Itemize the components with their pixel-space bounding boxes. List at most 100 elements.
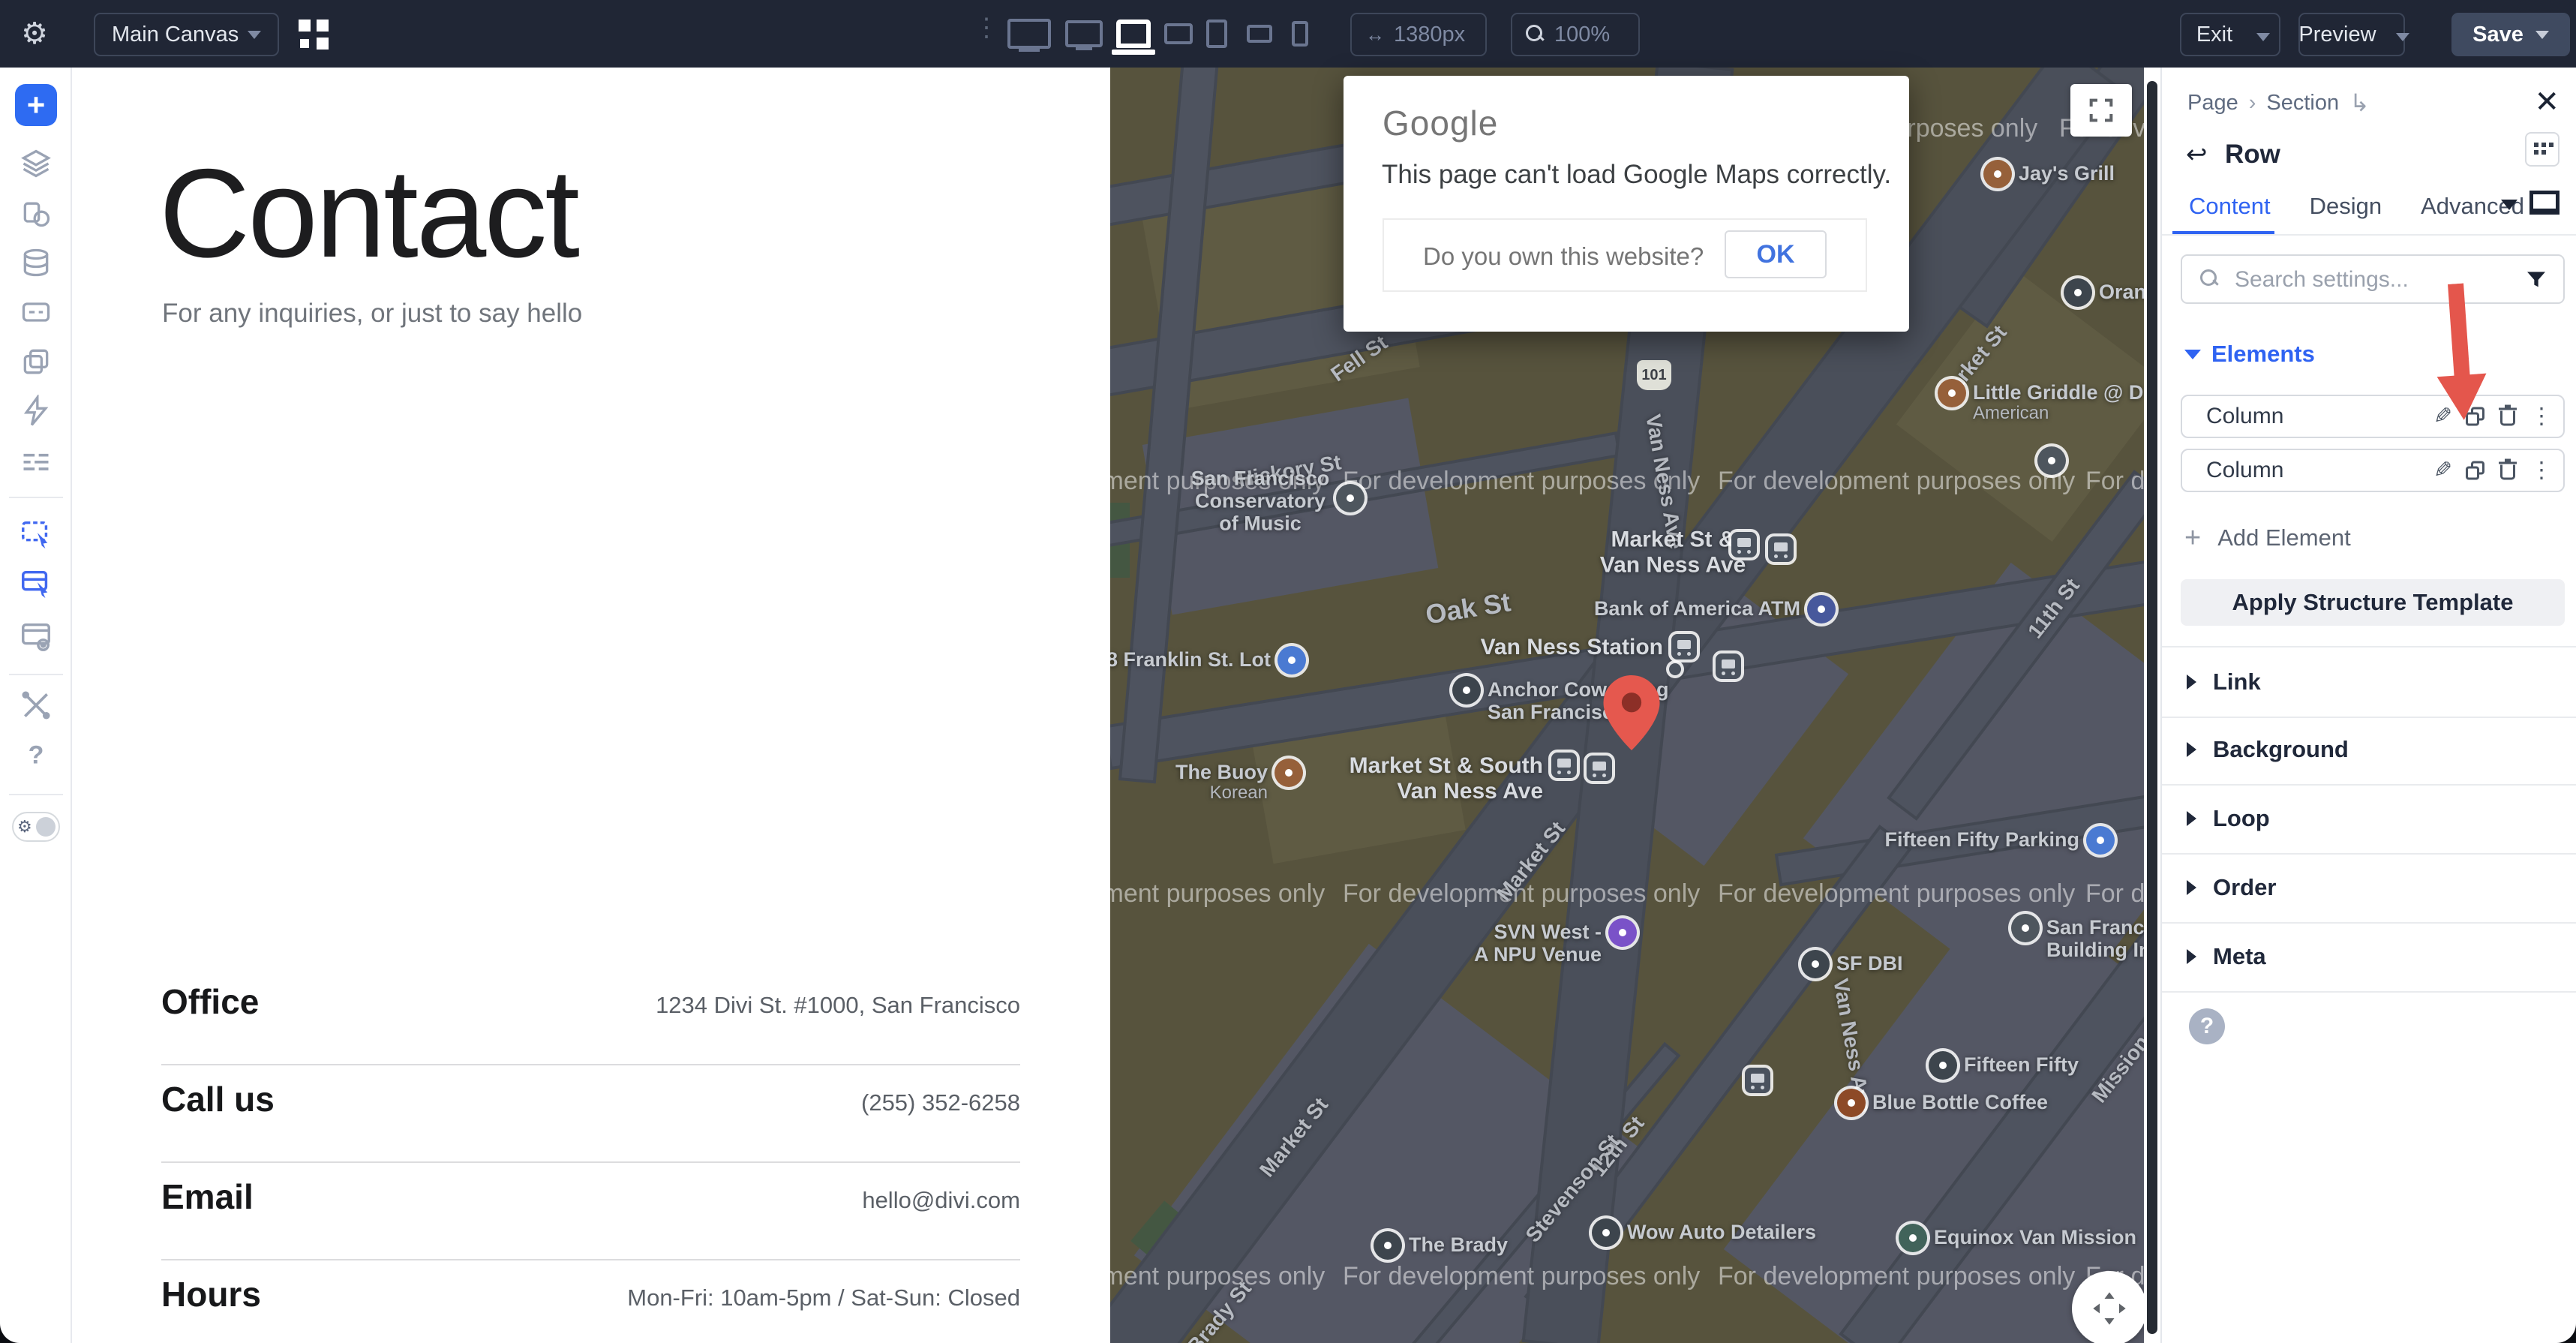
contact-row-value: 1234 Divi St. #1000, San Francisco [656, 992, 1020, 1019]
dialog-ok-button[interactable]: OK [1725, 230, 1827, 278]
canvas-width-control[interactable]: ↔ 1380px [1350, 13, 1487, 56]
map-watermark: For development purposes only [1110, 879, 1325, 909]
pin-poi-icon [1929, 1051, 1957, 1080]
device-phone-icon[interactable] [1292, 21, 1308, 47]
coffee-poi-icon [1837, 1089, 1866, 1117]
device-phone-landscape-icon[interactable] [1247, 25, 1272, 43]
element-row-column[interactable]: Column✎⋮ [2181, 395, 2565, 438]
breadcrumb: Page › Section ↳ [2187, 89, 2370, 117]
help-icon[interactable]: ? [29, 741, 44, 771]
section-row-loop[interactable]: Loop [2162, 784, 2576, 855]
map-poi-label: The Brady [1409, 1233, 1508, 1256]
select-row-icon[interactable] [19, 566, 53, 601]
lightning-icon[interactable] [20, 395, 53, 428]
toggle-knob [36, 817, 56, 837]
database-icon[interactable] [20, 246, 53, 279]
preview-dropdown-chevron-icon[interactable] [2388, 23, 2417, 47]
device-tablet-icon[interactable] [1206, 20, 1227, 48]
builder-settings-gear-icon[interactable]: ⚙ [21, 17, 48, 51]
device-tablet-landscape-icon[interactable] [1164, 23, 1193, 44]
elements-header: Elements [2211, 341, 2315, 368]
select-module-icon[interactable] [19, 517, 53, 551]
tab-design[interactable]: Design [2310, 193, 2382, 220]
google-logo: Google [1383, 103, 1498, 143]
parking-poi-icon [1277, 646, 1306, 675]
module-options-button[interactable] [2525, 132, 2559, 167]
section-label: Link [2213, 668, 2261, 696]
search-icon [2200, 269, 2220, 289]
school-poi-icon [1336, 484, 1365, 512]
zoom-magnifier-icon [1526, 25, 1545, 44]
delete-trash-icon[interactable] [2499, 406, 2517, 427]
elements-collapse-icon[interactable] [2184, 350, 2201, 359]
contact-row-label: Office [161, 981, 259, 1022]
section-row-link[interactable]: Link [2162, 646, 2576, 718]
device-laptop-icon-active[interactable] [1116, 20, 1151, 48]
duplicate-icon[interactable] [2466, 461, 2485, 480]
more-options-kebab-icon[interactable]: ⋮ [2530, 464, 2553, 477]
apply-structure-template-button[interactable]: Apply Structure Template [2181, 579, 2565, 626]
map-watermark: For development purposes only [1343, 1262, 1700, 1291]
grid-view-button[interactable] [299, 20, 332, 53]
section-label: Loop [2213, 805, 2270, 832]
more-options-kebab-icon[interactable]: ⋮ [2530, 410, 2553, 423]
annotation-arrow [2428, 282, 2493, 436]
street-label: Fell St [1326, 331, 1392, 386]
map-watermark: For development purposes only [1718, 467, 2075, 496]
canvas-scrollbar[interactable] [2147, 81, 2157, 1334]
responsive-desktop-icon[interactable] [2529, 191, 2559, 215]
panel-help-icon[interactable]: ? [2189, 1008, 2225, 1044]
contact-row: Office 1234 Divi St. #1000, San Francisco [161, 968, 1020, 1065]
save-dropdown-chevron-icon[interactable] [2535, 31, 2549, 39]
tabs-dropdown-chevron-icon[interactable] [2501, 200, 2517, 210]
exit-dropdown-chevron-icon[interactable] [2247, 23, 2279, 47]
transit-station-icon [1716, 653, 1741, 679]
school-poi-icon [2011, 914, 2040, 942]
section-row-background[interactable]: Background [2162, 715, 2576, 786]
divi-builder-app: ⚙ Main Canvas ⋮ ↔ 1380px 100% [0, 0, 2576, 1343]
back-arrow-icon[interactable]: ↩ [2186, 140, 2208, 170]
map-poi-label: Little Griddle @ DAmerican [1973, 381, 2143, 424]
map-fullscreen-button[interactable] [2070, 84, 2132, 137]
exit-button[interactable]: Exit [2180, 13, 2280, 56]
section-row-meta[interactable]: Meta [2162, 922, 2576, 993]
restaurant-poi-icon [1274, 759, 1303, 787]
section-expand-icon [2187, 880, 2196, 895]
builder-mode-toggle[interactable]: ⚙ [12, 812, 60, 842]
save-button[interactable]: Save [2451, 13, 2570, 56]
close-panel-icon[interactable]: ✕ [2534, 87, 2559, 117]
edit-pencil-icon[interactable]: ✎ [2433, 458, 2452, 484]
device-desktop-small-icon[interactable] [1065, 20, 1103, 47]
settings-tabs: Content Design Advanced [2189, 193, 2524, 220]
teal-poi-icon [1899, 1224, 1927, 1252]
layers-icon[interactable] [20, 147, 53, 180]
section-expand-icon [2187, 949, 2196, 964]
browser-settings-icon[interactable] [19, 619, 53, 653]
add-module-button[interactable]: + [15, 84, 57, 126]
copy-pages-icon[interactable] [20, 345, 53, 378]
device-desktop-icon[interactable] [1007, 19, 1051, 49]
toggle-gear-icon: ⚙ [17, 817, 32, 837]
plus-icon: + [2184, 524, 2201, 552]
canvas-zoom-control[interactable]: 100% [1511, 13, 1640, 56]
map-poi-label: Van Ness Station [1481, 635, 1663, 660]
section-row-order[interactable]: Order [2162, 853, 2576, 924]
breadcrumb-section[interactable]: Section [2266, 91, 2339, 116]
add-element-button[interactable]: + Add Element [2184, 524, 2351, 552]
shapes-icon[interactable] [20, 197, 53, 230]
canvas-selector-dropdown[interactable]: Main Canvas [94, 13, 279, 56]
card-icon[interactable] [20, 296, 53, 329]
tools-icon[interactable] [20, 689, 53, 722]
delete-trash-icon[interactable] [2499, 460, 2517, 481]
breadcrumb-page[interactable]: Page [2187, 91, 2238, 116]
text-lines-icon[interactable] [20, 444, 53, 477]
element-row-column[interactable]: Column✎⋮ [2181, 449, 2565, 492]
tab-content[interactable]: Content [2189, 193, 2271, 220]
preview-button[interactable]: Preview [2298, 13, 2405, 56]
transit-station-icon [1768, 536, 1794, 562]
section-label: Order [2213, 874, 2276, 901]
filter-funnel-icon[interactable] [2524, 268, 2548, 292]
toolbar-more-options-icon[interactable]: ⋮ [974, 21, 999, 35]
map-pan-button[interactable] [2072, 1271, 2144, 1343]
parking-poi-icon [2086, 826, 2115, 855]
